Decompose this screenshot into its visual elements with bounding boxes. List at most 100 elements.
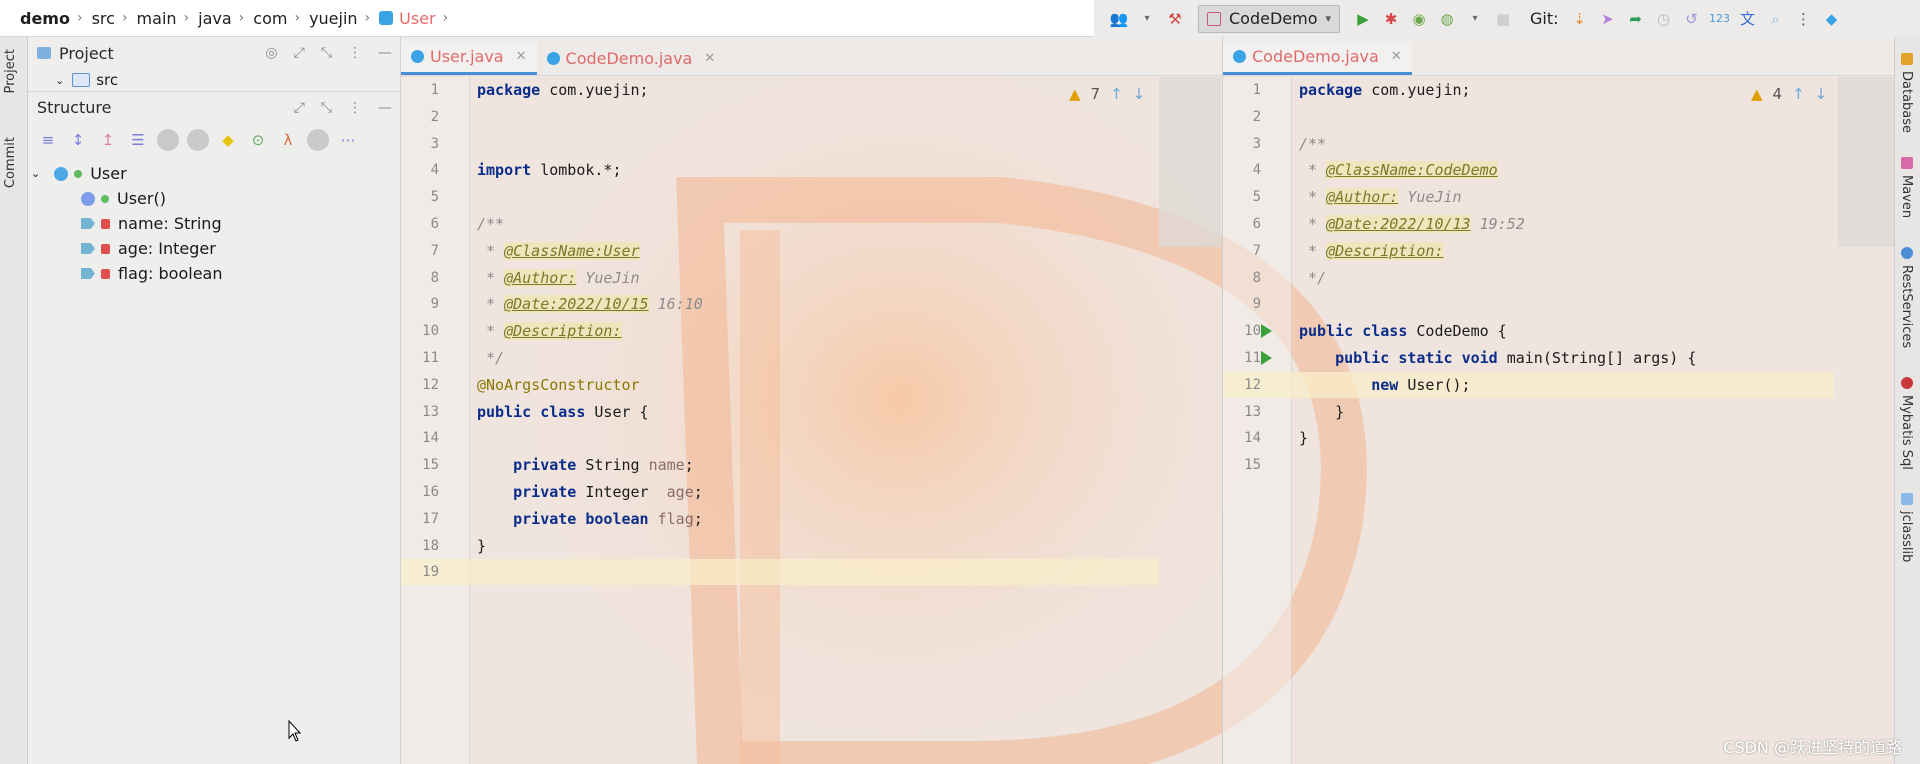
code-line[interactable]: 13 public class User { (401, 399, 1159, 425)
more-vertical-icon[interactable]: ⋮ (348, 45, 362, 61)
editor-tab[interactable]: CodeDemo.java ✕ (537, 41, 726, 75)
code-line[interactable]: 3 (401, 131, 1159, 157)
tool-tab-commit[interactable]: Commit (3, 137, 18, 188)
run-gutter-icon[interactable] (1261, 351, 1272, 365)
more-vertical-icon[interactable]: ⋮ (1793, 8, 1815, 30)
show-non-public-icon[interactable]: ◆ (217, 129, 239, 151)
chevron-down-icon[interactable]: ⌄ (31, 167, 40, 180)
structure-tree-item[interactable]: name: String (27, 211, 400, 236)
tool-tab-restservices[interactable]: RestServices (1899, 265, 1914, 348)
locate-icon[interactable]: ◎ (265, 45, 277, 61)
project-tree-item[interactable]: ⌄ src (27, 69, 400, 91)
show-properties-icon[interactable] (187, 129, 209, 151)
breadcrumb-item-main[interactable]: main (137, 9, 177, 28)
chevron-down-icon[interactable]: ⌄ (55, 74, 64, 87)
code-line[interactable]: 7 * @Description: (1223, 238, 1834, 264)
close-icon[interactable]: ✕ (704, 51, 715, 66)
code-line[interactable]: 14} (1223, 425, 1834, 451)
project-panel-title[interactable]: Project (59, 44, 114, 63)
code-line[interactable]: 18} (401, 533, 1159, 559)
breadcrumb-item-user[interactable]: User (399, 9, 435, 28)
code-line[interactable]: 14 (401, 425, 1159, 451)
structure-tree-item[interactable]: flag: boolean (27, 261, 400, 286)
breadcrumb-item-demo[interactable]: demo (20, 9, 70, 28)
sort-by-visibility-icon[interactable]: ≡ (37, 129, 59, 151)
number-icon[interactable]: 123 (1709, 8, 1731, 30)
code-line[interactable]: 8 * @Author: YueJin (401, 265, 1159, 291)
users-icon[interactable]: 👥 (1108, 8, 1130, 30)
autoscroll-icon[interactable]: ⊙ (247, 129, 269, 151)
code-line[interactable]: 13 } (1223, 399, 1834, 425)
code-line[interactable]: 4 import lombok.*; (401, 157, 1159, 183)
profiler-icon[interactable]: ◍ (1436, 8, 1458, 30)
code-line[interactable]: 15 private String name; (401, 452, 1159, 478)
code-line[interactable]: 10 public class CodeDemo { (1223, 318, 1834, 344)
show-lambdas-icon[interactable]: λ (277, 129, 299, 151)
collapse-all-icon[interactable]: ⤡ (321, 100, 332, 116)
code-line[interactable]: 8 */ (1223, 265, 1834, 291)
breadcrumb-item-yuejin[interactable]: yuejin (309, 9, 357, 28)
tool-tab-project[interactable]: Project (3, 49, 18, 93)
show-methods-icon[interactable] (157, 129, 179, 151)
history-icon[interactable]: ◷ (1653, 8, 1675, 30)
hide-panel-icon[interactable]: — (378, 45, 392, 61)
code-line[interactable]: 5 * @Author: YueJin (1223, 184, 1834, 210)
code-line[interactable]: 11 public static void main(String[] args… (1223, 345, 1834, 371)
git-push-icon[interactable]: ➦ (1625, 8, 1647, 30)
code-line[interactable]: 3 /** (1223, 131, 1834, 157)
code-line[interactable]: 9 * @Date:2022/10/15 16:10 (401, 291, 1159, 317)
code-line[interactable]: 4 * @ClassName:CodeDemo (1223, 157, 1834, 183)
translate-icon[interactable]: 文 (1737, 8, 1759, 30)
rollback-icon[interactable]: ↺ (1681, 8, 1703, 30)
code-line[interactable]: 5 (401, 184, 1159, 210)
code-area-left[interactable]: 1 package com.yuejin; 2 3 4 import lombok.*; 5… (401, 77, 1221, 764)
code-line[interactable]: 12 @NoArgsConstructor (401, 372, 1159, 398)
code-line[interactable]: 1 package com.yuejin; (401, 77, 1159, 103)
breadcrumb-item-java[interactable]: java (198, 9, 232, 28)
code-line[interactable]: 6 /** (401, 211, 1159, 237)
hide-panel-icon[interactable]: — (378, 100, 392, 116)
code-line[interactable]: 1 package com.yuejin; (1223, 77, 1834, 103)
structure-panel-title[interactable]: Structure (37, 98, 111, 117)
run-configuration-selector[interactable]: CodeDemo ▾ (1198, 4, 1341, 33)
code-line[interactable]: 16 private Integer age; (401, 479, 1159, 505)
code-line[interactable]: 11 */ (401, 345, 1159, 371)
expand-all-icon[interactable]: ⤢ (294, 45, 305, 61)
breadcrumb-item-com[interactable]: com (253, 9, 287, 28)
editor-tab[interactable]: CodeDemo.java ✕ (1223, 41, 1412, 75)
more-vertical-icon[interactable]: ⋮ (348, 100, 362, 116)
structure-tree-item[interactable]: age: Integer (27, 236, 400, 261)
search-icon[interactable]: ⌕ (1765, 8, 1787, 30)
build-hammer-icon[interactable]: ⚒ (1164, 8, 1186, 30)
run-icon[interactable]: ▶ (1352, 8, 1374, 30)
code-line[interactable]: 17 private boolean flag; (401, 506, 1159, 532)
code-line[interactable]: 2 (401, 104, 1159, 130)
close-icon[interactable]: ✕ (516, 49, 527, 64)
show-inherited-icon[interactable]: ↥ (97, 129, 119, 151)
tool-tab-database[interactable]: Database (1899, 71, 1914, 133)
code-area-right[interactable]: 1 package com.yuejin; 2 3 /** 4 * @ClassName:… (1223, 77, 1896, 764)
code-line[interactable]: 15 (1223, 452, 1834, 478)
structure-tree-item[interactable]: User() (27, 186, 400, 211)
git-update-icon[interactable]: ⇣ (1569, 8, 1591, 30)
show-fields-icon[interactable]: ☰ (127, 129, 149, 151)
code-line[interactable]: 9 (1223, 291, 1834, 317)
code-line[interactable]: 2 (1223, 104, 1834, 130)
coverage-icon[interactable]: ◉ (1408, 8, 1430, 30)
tool-tab-mybatis-sql[interactable]: Mybatis Sql (1899, 395, 1914, 470)
code-line[interactable]: 19 (401, 559, 1159, 586)
expand-all-icon[interactable]: ⤢ (294, 100, 305, 116)
run-gutter-icon[interactable] (1261, 324, 1272, 339)
code-line[interactable]: 10 * @Description: (401, 318, 1159, 344)
ide-logo-icon[interactable]: ◆ (1821, 8, 1843, 30)
code-line[interactable]: 12 new User(); (1223, 371, 1834, 398)
code-line[interactable]: 7 * @ClassName:User (401, 238, 1159, 264)
tool-tab-maven[interactable]: Maven (1899, 175, 1914, 218)
chevron-down-icon[interactable]: ▾ (1464, 8, 1486, 30)
sort-alphabetically-icon[interactable]: ↕ (67, 129, 89, 151)
git-commit-icon[interactable]: ➤ (1597, 8, 1619, 30)
code-line[interactable]: 6 * @Date:2022/10/13 19:52 (1223, 211, 1834, 237)
close-icon[interactable]: ✕ (1391, 49, 1402, 64)
collapse-all-icon[interactable]: ⤡ (321, 45, 332, 61)
chevron-down-icon[interactable]: ▾ (1136, 8, 1158, 30)
